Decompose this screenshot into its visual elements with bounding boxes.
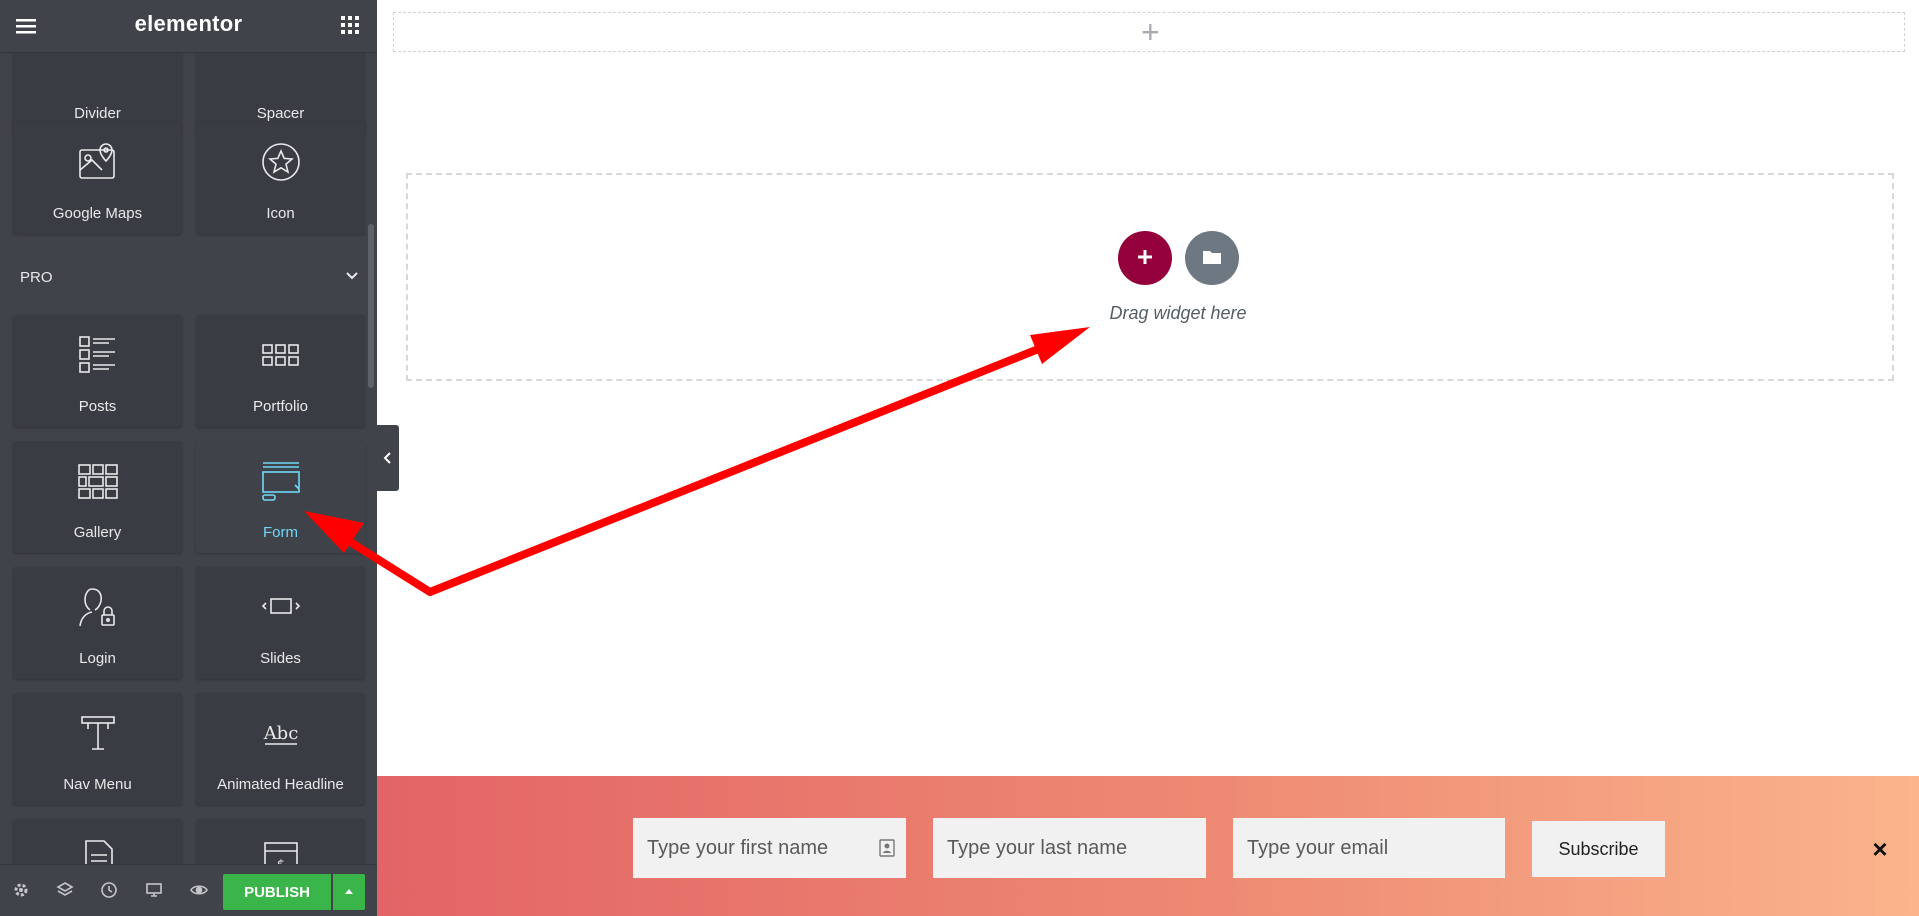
widget-icon[interactable]: Icon — [196, 122, 365, 234]
folder-icon — [1203, 250, 1221, 264]
layers-icon[interactable] — [56, 881, 78, 903]
responsive-mode-icon[interactable] — [145, 881, 167, 903]
widget-label: Slides — [260, 650, 301, 667]
widget-label: Posts — [78, 398, 117, 415]
panel-header: elementor — [0, 0, 377, 53]
login-icon — [13, 585, 182, 633]
add-section-button[interactable] — [1118, 231, 1172, 285]
widget-gallery[interactable]: Gallery — [13, 441, 182, 553]
widget-form[interactable]: Form — [196, 441, 365, 553]
widget-partial-right[interactable]: $ — [196, 819, 365, 864]
widget-posts[interactable]: Posts — [13, 315, 182, 427]
animated-headline-icon: Abc — [196, 711, 365, 759]
add-section-area[interactable]: + — [393, 12, 1905, 52]
widget-label: Gallery — [73, 524, 122, 541]
subscribe-button[interactable]: Subscribe — [1532, 821, 1665, 877]
widget-portfolio[interactable]: Portfolio — [196, 315, 365, 427]
star-icon — [196, 140, 365, 188]
nav-menu-icon — [13, 711, 182, 759]
plus-icon — [1138, 249, 1152, 264]
widget-label: Icon — [266, 205, 295, 222]
widget-label: Animated Headline — [217, 776, 344, 793]
widget-label: Form — [263, 524, 298, 541]
publish-options-button[interactable] — [333, 874, 365, 910]
add-template-button[interactable] — [1185, 231, 1239, 285]
widget-drop-zone[interactable]: Drag widget here — [406, 173, 1894, 381]
form-icon — [196, 459, 365, 507]
widget-label: Spacer — [256, 105, 305, 122]
widget-label: Google Maps — [52, 205, 143, 222]
panel-footer: PUBLISH — [0, 864, 377, 916]
caret-up-icon — [345, 889, 353, 894]
widget-animated-headline[interactable]: Abc Animated Headline — [196, 693, 365, 805]
widget-partial-left[interactable] — [13, 819, 182, 864]
widget-slides[interactable]: Slides — [196, 567, 365, 679]
settings-icon[interactable] — [12, 881, 34, 903]
document-icon — [13, 837, 182, 864]
widgets-list: Divider Spacer Google Maps Icon PRO Post… — [0, 52, 377, 864]
chevron-down-icon — [346, 272, 358, 280]
pro-section-label: PRO — [20, 269, 53, 286]
widget-nav-menu[interactable]: Nav Menu — [13, 693, 182, 805]
posts-icon — [13, 333, 182, 381]
slides-icon — [196, 585, 365, 633]
subscribe-bar: Subscribe × — [377, 776, 1919, 916]
gallery-icon — [13, 459, 182, 507]
widget-login[interactable]: Login — [13, 567, 182, 679]
price-table-icon: $ — [196, 837, 365, 864]
portfolio-icon — [196, 333, 365, 381]
map-icon — [13, 140, 182, 188]
close-icon[interactable]: × — [1868, 836, 1892, 862]
widget-label: Login — [79, 650, 116, 667]
pro-section-header[interactable]: PRO — [0, 257, 377, 297]
publish-button[interactable]: PUBLISH — [223, 874, 331, 910]
contact-card-icon — [879, 839, 895, 857]
elementor-logo: elementor — [134, 11, 243, 36]
widget-label: Nav Menu — [63, 776, 132, 793]
editor-panel: elementor Divider Spacer Google Maps Ico… — [0, 0, 377, 916]
preview-eye-icon[interactable] — [190, 881, 212, 903]
widget-label: Portfolio — [252, 398, 309, 415]
history-icon[interactable] — [100, 881, 122, 903]
editor-canvas: + Drag widget here Subscribe × — [377, 0, 1919, 916]
panel-scrollbar[interactable] — [368, 224, 374, 388]
widget-label: Divider — [74, 105, 121, 122]
drop-hint-text: Drag widget here — [1109, 303, 1247, 323]
email-input[interactable] — [1233, 818, 1505, 878]
svg-text:Abc: Abc — [262, 723, 298, 744]
widget-google-maps[interactable]: Google Maps — [13, 122, 182, 234]
plus-icon: + — [1141, 14, 1160, 50]
first-name-input[interactable] — [633, 818, 906, 878]
grid-icon[interactable] — [339, 14, 365, 38]
last-name-input[interactable] — [933, 818, 1206, 878]
